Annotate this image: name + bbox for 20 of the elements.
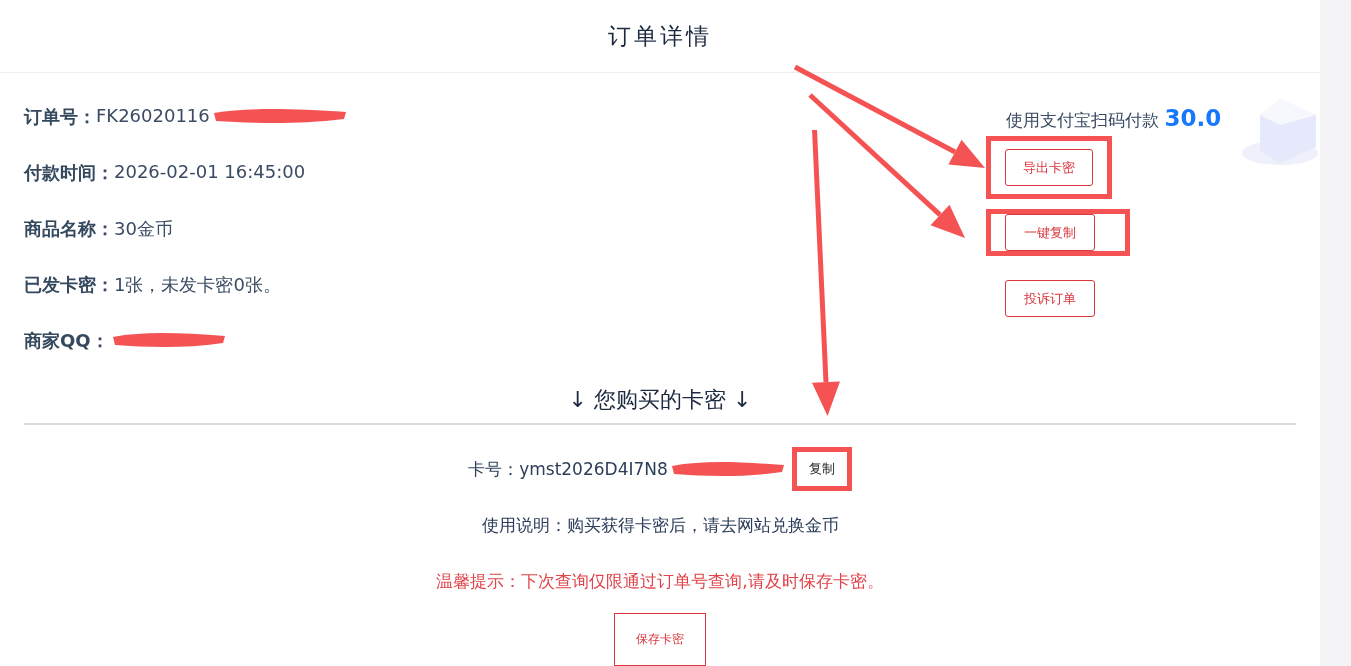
save-button[interactable]: 保存卡密 <box>614 613 706 666</box>
field-label: 商家QQ： <box>24 329 109 353</box>
page-title: 订单详情 <box>608 21 712 51</box>
warning-note: 温馨提示：下次查询仅限通过订单号查询,请及时保存卡密。 <box>435 569 885 593</box>
field-value: FK26020116 <box>96 105 210 126</box>
section-heading: ↓ 您购买的卡密 ↓ <box>567 386 753 414</box>
field-label: 订单号： <box>24 105 96 129</box>
action-button[interactable]: 一键复制 <box>1005 214 1095 251</box>
action-button[interactable]: 导出卡密 <box>1005 149 1093 186</box>
payment-amount: 30.0 <box>1164 105 1222 131</box>
action-button[interactable]: 投诉订单 <box>1005 280 1095 317</box>
field-value: 1张，未发卡密0张。 <box>114 273 281 297</box>
field-label: 商品名称： <box>24 217 114 241</box>
field-value: 2026-02-01 16:45:00 <box>114 161 306 182</box>
field-value: 30金币 <box>114 217 173 241</box>
card-number: 卡号：ymst2026D4I7N8 <box>468 457 668 481</box>
payment-label: 使用支付宝扫码付款 <box>1006 110 1159 130</box>
field-label: 付款时间： <box>24 161 114 185</box>
usage-note: 使用说明：购买获得卡密后，请去网站兑换金币 <box>480 513 840 537</box>
field-label: 已发卡密： <box>24 273 114 297</box>
